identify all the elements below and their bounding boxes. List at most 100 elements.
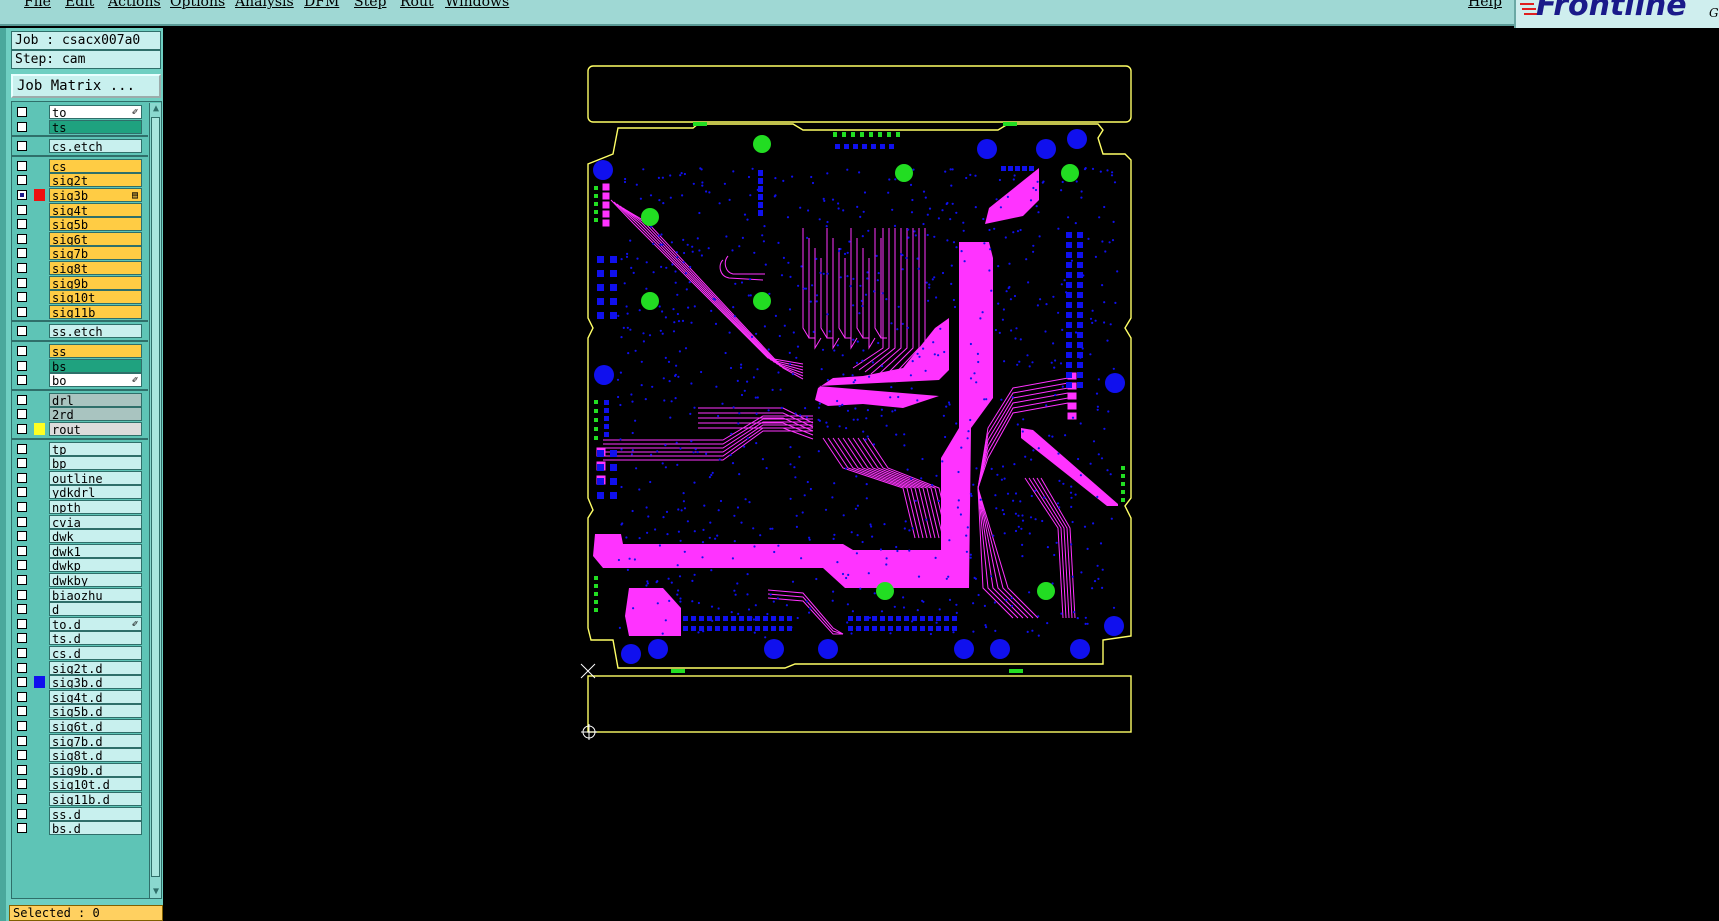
layer-row-sig11b-d[interactable]: sig11b.d <box>15 792 143 806</box>
layer-checkbox[interactable] <box>17 394 27 405</box>
layer-name[interactable]: sig7b.d <box>49 733 142 748</box>
layer-color-swatch[interactable] <box>34 662 45 674</box>
layer-name[interactable]: sig3b ▤ <box>49 188 142 202</box>
layer-name[interactable]: sig10t.d <box>49 777 142 792</box>
layer-name[interactable]: sig8t <box>49 261 142 275</box>
menu-windows[interactable]: Windows <box>445 0 509 10</box>
layer-color-swatch[interactable] <box>34 822 45 834</box>
layer-checkbox[interactable] <box>17 292 27 303</box>
layer-color-swatch[interactable] <box>34 140 45 152</box>
scroll-down-icon[interactable]: ▼ <box>150 886 161 898</box>
layer-color-swatch[interactable] <box>34 457 45 469</box>
layer-checkbox[interactable] <box>17 560 27 571</box>
menu-step[interactable]: Step <box>354 0 386 10</box>
layer-checkbox[interactable] <box>17 375 27 386</box>
layer-row-ss-d[interactable]: ss.d <box>15 806 143 821</box>
layer-row-ts[interactable]: ts <box>15 119 143 134</box>
layer-checkbox[interactable] <box>17 706 27 717</box>
layer-checkbox[interactable] <box>17 808 27 819</box>
layer-row-sig2t-d[interactable]: sig2t.d <box>15 660 143 675</box>
layer-row-ydkdrl[interactable]: ydkdrl <box>15 485 143 500</box>
layer-name[interactable]: rout <box>49 422 142 436</box>
layer-name[interactable]: drl <box>49 392 142 407</box>
layer-color-swatch[interactable] <box>34 360 45 372</box>
layer-name[interactable]: dwk <box>49 529 142 544</box>
layer-row-sig5b[interactable]: sig5b <box>15 217 143 232</box>
layer-color-swatch[interactable] <box>34 106 45 118</box>
layer-checkbox[interactable] <box>17 531 27 542</box>
layer-checkbox[interactable] <box>17 443 27 454</box>
layer-color-swatch[interactable] <box>34 121 45 133</box>
scroll-up-icon[interactable]: ▲ <box>150 103 161 115</box>
layer-checkbox[interactable] <box>17 575 27 585</box>
layer-color-swatch[interactable] <box>34 277 45 289</box>
layer-row-cs-etch[interactable]: cs.etch <box>15 139 143 154</box>
job-matrix-button[interactable]: Job Matrix ... <box>11 74 161 98</box>
layer-name[interactable]: cvia <box>49 514 142 529</box>
layer-checkbox[interactable] <box>17 502 27 512</box>
layer-row-bo[interactable]: bo ✐ <box>15 373 143 388</box>
menu-rout[interactable]: Rout <box>400 0 434 10</box>
layer-color-swatch[interactable] <box>34 559 45 571</box>
layer-row-to[interactable]: to ✐ <box>15 105 143 119</box>
layer-checkbox[interactable] <box>17 794 27 804</box>
layer-name[interactable]: ss.etch <box>49 324 142 339</box>
layer-name[interactable]: to ✐ <box>49 105 142 119</box>
layer-row-dwkp[interactable]: dwkp <box>15 558 143 573</box>
layer-row-bs-d[interactable]: bs.d <box>15 821 143 836</box>
layer-name[interactable]: bp <box>49 456 142 471</box>
layer-color-swatch[interactable] <box>34 516 45 528</box>
layer-checkbox[interactable] <box>17 306 27 317</box>
layer-scrollbar[interactable]: ▲ ▼ <box>149 103 161 898</box>
layer-name[interactable]: biaozhu <box>49 587 142 602</box>
layer-name[interactable]: cs.d <box>49 646 142 660</box>
layer-checkbox[interactable] <box>17 121 27 132</box>
scroll-thumb[interactable] <box>151 117 160 877</box>
layer-row-ss[interactable]: ss <box>15 344 143 358</box>
layer-color-swatch[interactable] <box>34 160 45 172</box>
layer-row-sig3b[interactable]: sig3b ▤ <box>15 188 143 202</box>
layer-color-swatch[interactable] <box>34 720 45 732</box>
menu-actions[interactable]: Actions <box>108 0 161 10</box>
layer-checkbox[interactable] <box>17 823 27 834</box>
layer-name[interactable]: bs.d <box>49 821 142 836</box>
layer-checkbox[interactable] <box>17 545 27 556</box>
layer-color-swatch[interactable] <box>34 501 45 513</box>
layer-color-swatch[interactable] <box>34 345 45 357</box>
layer-row-outline[interactable]: outline <box>15 470 143 485</box>
layer-color-swatch[interactable] <box>34 408 45 420</box>
layer-name[interactable]: dwk1 <box>49 543 142 558</box>
layer-row-sig7b-d[interactable]: sig7b.d <box>15 733 143 748</box>
layer-name[interactable]: sig4t.d <box>49 689 142 704</box>
layer-checkbox[interactable] <box>17 424 27 434</box>
layer-color-swatch[interactable] <box>34 262 45 274</box>
layer-checkbox[interactable] <box>17 677 27 688</box>
layer-row-drl[interactable]: drl <box>15 392 143 407</box>
layer-checkbox[interactable] <box>17 662 27 673</box>
layer-row-biaozhu[interactable]: biaozhu <box>15 587 143 602</box>
layer-color-swatch[interactable] <box>34 676 45 689</box>
layer-name[interactable]: sig8t.d <box>49 748 142 763</box>
layer-name[interactable]: tp <box>49 441 142 456</box>
layer-name[interactable]: sig7b <box>49 246 142 261</box>
layer-checkbox[interactable] <box>17 618 27 629</box>
layer-checkbox[interactable] <box>17 750 27 761</box>
layer-color-swatch[interactable] <box>34 574 45 586</box>
layer-row-sig9b[interactable]: sig9b <box>15 275 143 290</box>
menu-dfm[interactable]: DFM <box>304 0 339 10</box>
layer-row-sig6t[interactable]: sig6t <box>15 231 143 246</box>
layer-checkbox[interactable] <box>17 409 27 420</box>
layer-row-sig3b-d[interactable]: sig3b.d <box>15 675 143 690</box>
layer-color-swatch[interactable] <box>34 486 45 498</box>
layer-row-d[interactable]: d <box>15 602 143 617</box>
layer-checkbox[interactable] <box>17 107 27 117</box>
layer-checkbox[interactable] <box>17 248 27 259</box>
layer-color-swatch[interactable] <box>34 306 45 318</box>
layer-name[interactable]: cs.etch <box>49 139 142 154</box>
layer-checkbox[interactable] <box>17 346 27 356</box>
layer-checkbox[interactable] <box>17 779 27 790</box>
layer-name[interactable]: sig3b.d <box>49 675 142 690</box>
layer-row-dwkby[interactable]: dwkby <box>15 573 143 587</box>
layer-color-swatch[interactable] <box>34 189 45 201</box>
layer-checkbox[interactable] <box>17 263 27 273</box>
